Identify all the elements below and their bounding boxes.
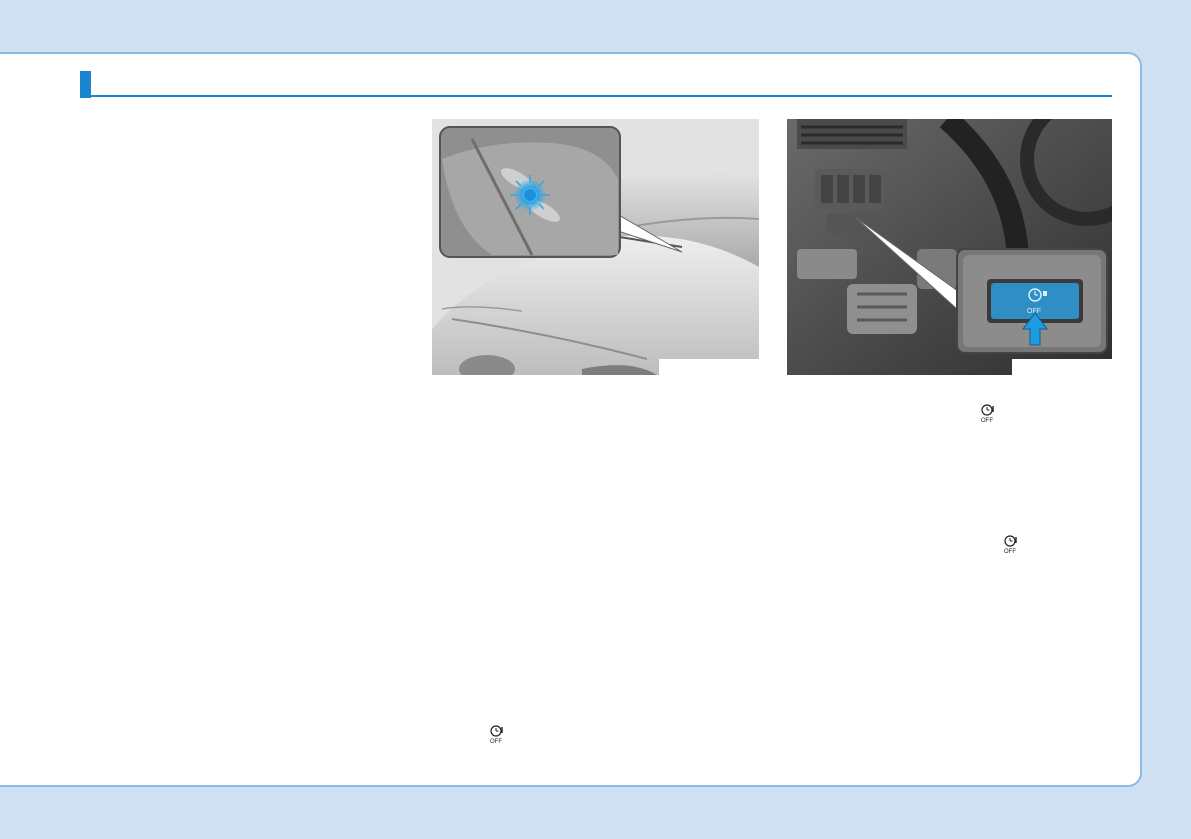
figure-off-switch: OFF (787, 119, 1112, 375)
section-header-rule (91, 95, 1112, 97)
off-symbol-text: OFF (981, 418, 993, 424)
clock-off-icon: OFF (981, 404, 994, 424)
clock-off-icon: OFF (1004, 535, 1017, 555)
figure-label-box (1012, 359, 1112, 375)
figure-indicator-light (432, 119, 759, 375)
car-hood-illustration (432, 119, 759, 375)
figure-label-box (659, 359, 759, 375)
clock-off-icon: OFF (490, 725, 503, 745)
dashboard-illustration: OFF (787, 119, 1112, 375)
off-symbol-text: OFF (490, 739, 502, 745)
off-symbol-text: OFF (1004, 549, 1016, 555)
section-header-accent (80, 71, 91, 98)
